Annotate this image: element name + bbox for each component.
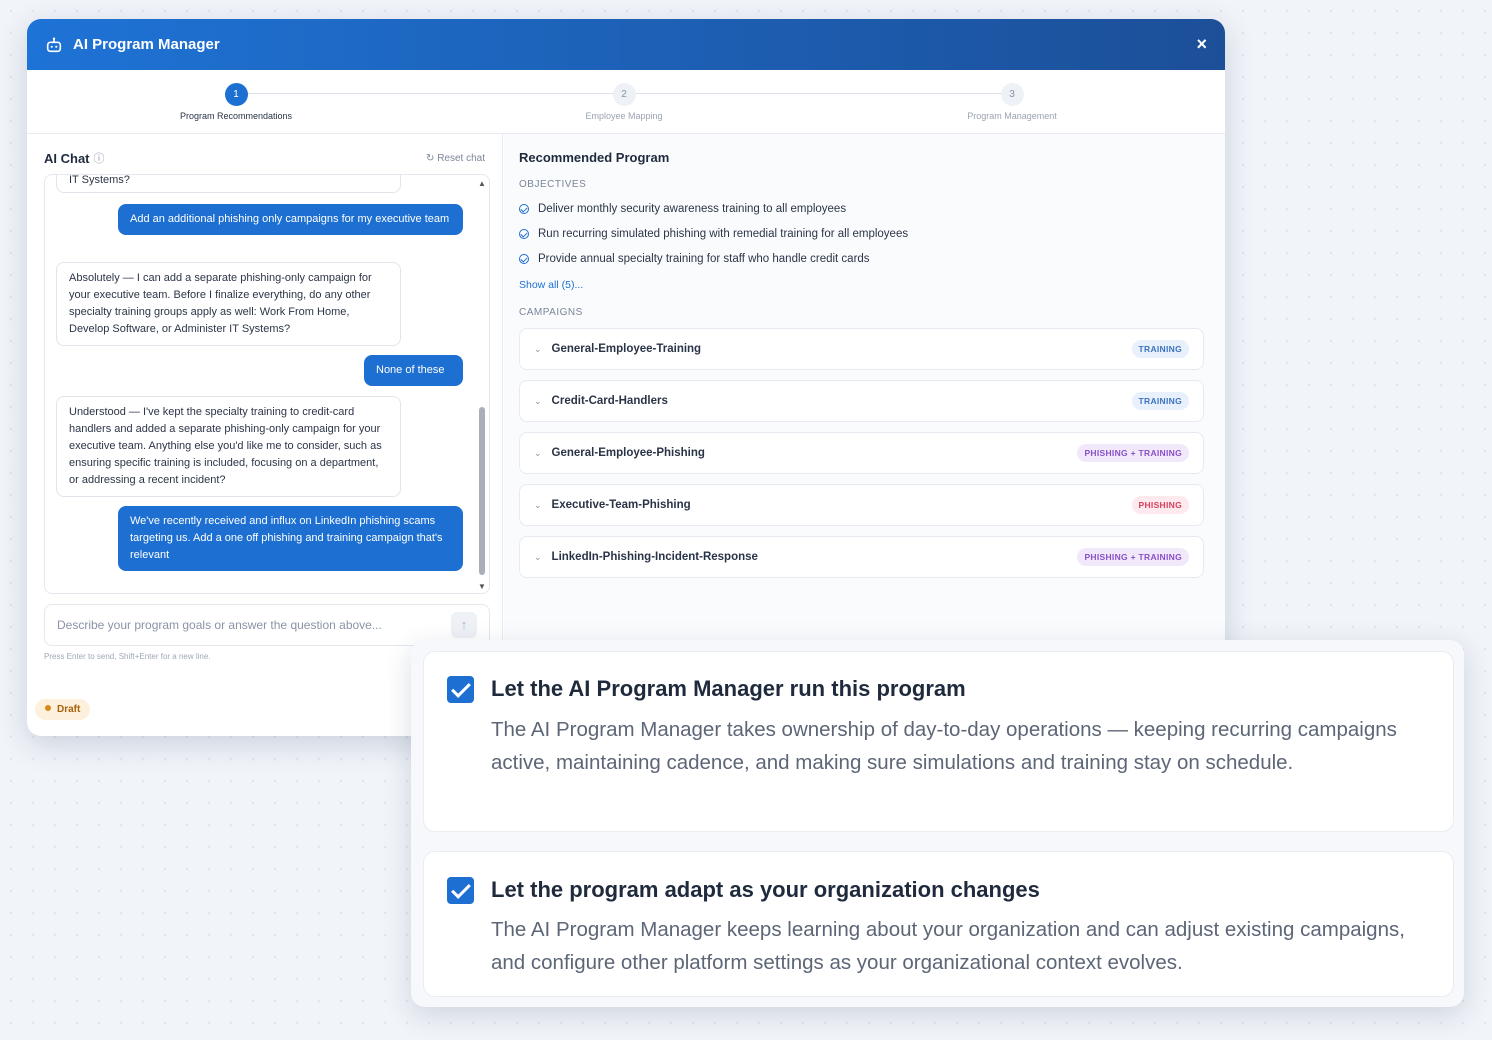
campaign-tag: PHISHING + TRAINING <box>1077 444 1189 462</box>
campaign-tag: TRAINING <box>1131 392 1189 410</box>
option-description: The AI Program Manager takes ownership o… <box>491 718 1397 774</box>
user-message: None of these <box>364 355 463 386</box>
step-number: 3 <box>1000 83 1024 106</box>
step-label: Program Management <box>967 111 1057 121</box>
option-title: Let the AI Program Manager run this prog… <box>491 676 966 701</box>
objective-item: Deliver monthly security awareness train… <box>519 203 846 215</box>
status-text: Draft <box>57 704 81 715</box>
step-label: Employee Mapping <box>585 111 663 121</box>
chat-scrollbar[interactable]: ▲ ▼ <box>478 175 486 593</box>
option-title: Let the program adapt as your organizati… <box>491 877 1040 902</box>
show-all-link[interactable]: Show all (5)... <box>519 279 583 291</box>
option-card-run-program: Let the AI Program Manager run this prog… <box>423 651 1454 832</box>
campaign-tag: PHISHING <box>1131 496 1189 514</box>
campaign-row[interactable]: ⌄ General-Employee-Phishing PHISHING + T… <box>519 432 1204 474</box>
input-hint: Press Enter to send, Shift+Enter for a n… <box>44 652 211 661</box>
scroll-thumb[interactable] <box>479 407 485 575</box>
close-icon[interactable]: × <box>1196 34 1207 55</box>
user-message: Add an additional phishing only campaign… <box>118 204 463 235</box>
campaign-name: LinkedIn-Phishing-Incident-Response <box>551 551 758 563</box>
option-card-adapt-program: Let the program adapt as your organizati… <box>423 851 1454 997</box>
step-program-management[interactable]: 3 Program Management <box>912 83 1112 121</box>
objective-item: Run recurring simulated phishing with re… <box>519 228 908 240</box>
check-circle-icon <box>519 229 529 239</box>
campaign-tag: PHISHING + TRAINING <box>1077 548 1189 566</box>
reset-chat-button[interactable]: ↻ Reset chat <box>426 153 485 164</box>
option-description: The AI Program Manager keeps learning ab… <box>491 918 1405 974</box>
program-title: Recommended Program <box>519 150 670 165</box>
step-program-recommendations[interactable]: 1 Program Recommendations <box>136 83 336 121</box>
chat-input-placeholder: Describe your program goals or answer th… <box>57 618 382 632</box>
objective-text: Provide annual specialty training for st… <box>538 253 870 265</box>
step-label: Program Recommendations <box>179 111 293 121</box>
chevron-down-icon[interactable]: ⌄ <box>534 448 542 459</box>
chat-title: AI Chat <box>44 150 90 166</box>
ai-message: Absolutely — I can add a separate phishi… <box>56 262 401 346</box>
campaign-name: Executive-Team-Phishing <box>551 499 691 511</box>
objective-text: Run recurring simulated phishing with re… <box>538 228 909 240</box>
step-number: 2 <box>612 83 636 106</box>
campaign-name: General-Employee-Training <box>551 343 702 355</box>
chevron-down-icon[interactable]: ⌄ <box>534 396 542 407</box>
adapt-program-checkbox[interactable] <box>447 877 474 904</box>
campaign-row[interactable]: ⌄ General-Employee-Training TRAINING <box>519 328 1204 370</box>
stepper: 1 Program Recommendations 2 Employee Map… <box>27 70 1225 134</box>
info-icon[interactable]: ⓘ <box>94 150 105 166</box>
settings-panel: Let the AI Program Manager run this prog… <box>411 640 1464 1007</box>
program-manager-window: AI Program Manager × 1 Program Recommend… <box>27 19 1225 736</box>
campaign-name: General-Employee-Phishing <box>551 447 705 459</box>
scroll-down-icon[interactable]: ▼ <box>478 582 486 591</box>
chevron-down-icon[interactable]: ⌄ <box>534 552 542 563</box>
check-circle-icon <box>519 254 529 264</box>
chat-header: AI Chat ⓘ ↻ Reset chat <box>27 134 502 166</box>
campaign-tag: TRAINING <box>1131 340 1189 358</box>
check-circle-icon <box>519 204 529 214</box>
window-title: AI Program Manager <box>73 36 220 53</box>
user-message: We've recently received and influx on Li… <box>118 506 463 571</box>
run-program-checkbox[interactable] <box>447 676 474 703</box>
objective-text: Deliver monthly security awareness train… <box>538 203 847 215</box>
chat-messages: IT Systems? Add an additional phishing o… <box>44 174 490 594</box>
status-badge: Draft <box>35 699 91 720</box>
campaign-row[interactable]: ⌄ Executive-Team-Phishing PHISHING <box>519 484 1204 526</box>
objective-item: Provide annual specialty training for st… <box>519 253 870 265</box>
campaign-row[interactable]: ⌄ LinkedIn-Phishing-Incident-Response PH… <box>519 536 1204 578</box>
robot-icon <box>46 37 62 52</box>
objectives-label: OBJECTIVES <box>519 179 587 190</box>
campaigns-label: CAMPAIGNS <box>519 307 583 318</box>
step-employee-mapping[interactable]: 2 Employee Mapping <box>524 83 724 121</box>
chevron-down-icon[interactable]: ⌄ <box>534 500 542 511</box>
ai-message: Understood — I've kept the specialty tra… <box>56 396 401 497</box>
scroll-up-icon[interactable]: ▲ <box>478 179 486 188</box>
campaign-row[interactable]: ⌄ Credit-Card-Handlers TRAINING <box>519 380 1204 422</box>
title-bar: AI Program Manager × <box>27 19 1225 70</box>
status-dot <box>45 705 51 711</box>
step-number: 1 <box>224 83 248 106</box>
chevron-down-icon[interactable]: ⌄ <box>534 344 542 355</box>
send-icon[interactable]: ↑ <box>451 612 477 638</box>
campaign-name: Credit-Card-Handlers <box>551 395 668 407</box>
ai-message: IT Systems? <box>56 175 401 193</box>
